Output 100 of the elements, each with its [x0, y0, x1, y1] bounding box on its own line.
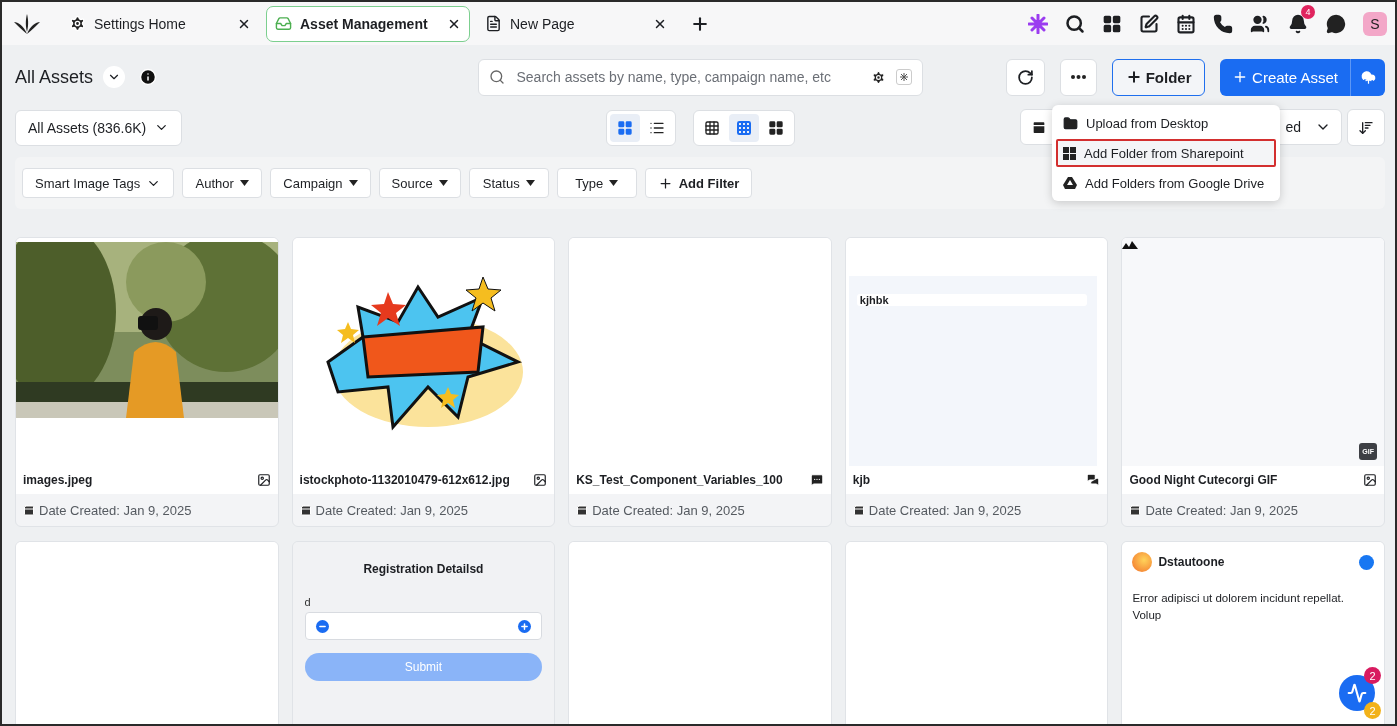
filter-chip[interactable]: Smart Image Tags: [22, 168, 175, 198]
image-icon: [256, 473, 271, 488]
filter-chip[interactable]: Author: [182, 168, 263, 198]
stepper-field[interactable]: [304, 612, 543, 640]
image-icon: [1363, 473, 1377, 488]
sort-order-button[interactable]: [1347, 109, 1385, 146]
more-icon: [1071, 75, 1087, 79]
chat-icon[interactable]: [1326, 13, 1346, 34]
search-field[interactable]: Search assets by name, type, campaign name, etc: [477, 58, 923, 96]
folder-icon: [1063, 115, 1078, 131]
filter-chip[interactable]: Type: [556, 168, 637, 198]
menu-item[interactable]: Add Folders from Google Drive: [1056, 169, 1276, 197]
form-title: Registration Detailsd: [362, 562, 485, 576]
browser-tab[interactable]: New Page: [476, 5, 676, 42]
calendar-icon: [299, 504, 312, 517]
filter-chip[interactable]: Source: [378, 168, 461, 198]
message-icon: [809, 473, 824, 488]
date-created: Date Created: Jan 9, 2025: [315, 502, 469, 518]
gear-icon[interactable]: [870, 69, 886, 85]
dense-grid-icon: [703, 119, 720, 136]
grid-icon: [616, 119, 633, 136]
asterisk-button[interactable]: [895, 69, 912, 85]
asset-card[interactable]: kjhbk kjb Date Created: Jan 9, 2025: [844, 237, 1109, 527]
menu-item[interactable]: Add Folder from Sharepoint: [1056, 139, 1276, 167]
info-icon[interactable]: [139, 68, 158, 86]
phone-icon[interactable]: [1213, 13, 1233, 34]
gear-icon: [69, 15, 86, 32]
add-filter-button[interactable]: Add Filter: [644, 168, 753, 198]
calendar-icon: [23, 504, 35, 517]
field-label: d: [304, 596, 312, 608]
apps-icon[interactable]: [1102, 13, 1122, 34]
calendar-icon: [1129, 504, 1142, 517]
asset-name: kjb: [852, 473, 871, 488]
plus-icon: [520, 621, 530, 631]
create-asset-button[interactable]: Create Asset: [1220, 58, 1350, 96]
density-toggle[interactable]: [728, 113, 759, 142]
logo-icon[interactable]: [14, 13, 40, 34]
browser-tab[interactable]: Settings Home: [60, 5, 260, 42]
filter-chip[interactable]: Status: [468, 168, 549, 198]
avatar: [1132, 552, 1153, 572]
caret-icon: [438, 180, 448, 186]
drive-icon: [1063, 177, 1077, 189]
asset-card[interactable]: KS_Test_Component_Variables_100 Date Created: Jan 9, 2025: [568, 237, 832, 527]
asterisk-icon: [899, 73, 908, 81]
plus-button[interactable]: [518, 619, 532, 633]
title-dropdown[interactable]: [103, 66, 126, 88]
page-icon: [485, 15, 502, 32]
date-created: Date Created: Jan 9, 2025: [39, 502, 192, 518]
large-grid-icon: [767, 119, 784, 136]
asset-name: images.jpeg: [23, 473, 93, 488]
date-created: Date Created: Jan 9, 2025: [592, 502, 745, 518]
search-input[interactable]: Search assets by name, type, campaign name, etc: [514, 68, 861, 86]
asset-name: KS_Test_Component_Variables_100: [576, 473, 783, 488]
more-button[interactable]: [1060, 58, 1098, 96]
asset-name: Good Night Cutecorgi GIF: [1129, 473, 1278, 488]
caret-icon: [525, 180, 535, 186]
compose-icon[interactable]: [1139, 13, 1159, 34]
post-author: Dstautoone: [1158, 555, 1226, 569]
date-created: Date Created: Jan 9, 2025: [1145, 502, 1298, 518]
tab-label: New Page: [510, 15, 576, 32]
asset-card[interactable]: istockphoto-1132010479-612x612.jpg Date Created: Jan 9, 2025: [291, 237, 556, 527]
calendar-icon: [852, 504, 865, 517]
notification-count: 4: [1301, 4, 1315, 19]
tab-label: Settings Home: [94, 15, 187, 32]
asset-card[interactable]: Registration Detailsd d Submit: [291, 541, 556, 724]
mountain-icon: [1122, 241, 1139, 249]
plus-icon: [657, 175, 673, 191]
user-avatar[interactable]: S: [1363, 11, 1387, 36]
view-toggle[interactable]: [609, 113, 640, 142]
refresh-button[interactable]: [1006, 58, 1046, 96]
messages-icon: [1086, 473, 1101, 488]
tray-icon: [275, 15, 292, 32]
folder-button[interactable]: Folder: [1112, 58, 1206, 96]
asset-name: istockphoto-1132010479-612x612.jpg: [299, 473, 510, 488]
scope-dropdown[interactable]: All Assets (836.6K): [15, 109, 183, 146]
post-text: Error adipisci ut dolorem incidunt repellat. Volup: [1132, 591, 1345, 623]
preview-text: kjhbk: [856, 294, 1087, 306]
windows-icon: [1063, 146, 1076, 160]
people-icon[interactable]: [1250, 13, 1270, 34]
menu-item[interactable]: Upload from Desktop: [1056, 109, 1276, 137]
cloud-upload-icon: [1360, 69, 1376, 85]
tab-label: Asset Management: [300, 15, 429, 32]
page-title: All Assets: [15, 66, 94, 88]
image-icon: [533, 473, 548, 488]
social-icon: [1359, 554, 1374, 570]
calendar-icon: [1031, 119, 1047, 135]
search-icon: [488, 69, 505, 85]
minus-button[interactable]: [315, 619, 329, 633]
sort-icon: [1358, 119, 1374, 136]
sparkle-icon[interactable]: [1028, 13, 1048, 34]
filter-chip[interactable]: Campaign: [270, 168, 371, 198]
asset-card[interactable]: images.jpeg Date Created: Jan 9, 2025: [15, 237, 279, 527]
bell-icon[interactable]: [1288, 13, 1308, 34]
upload-button[interactable]: [1350, 58, 1385, 96]
browser-tab[interactable]: Asset Management: [266, 5, 470, 42]
caret-icon: [348, 180, 358, 186]
search-icon[interactable]: [1065, 13, 1085, 34]
calendar-icon[interactable]: [1176, 13, 1196, 34]
grid-icon: [735, 119, 752, 136]
refresh-icon: [1017, 68, 1035, 86]
